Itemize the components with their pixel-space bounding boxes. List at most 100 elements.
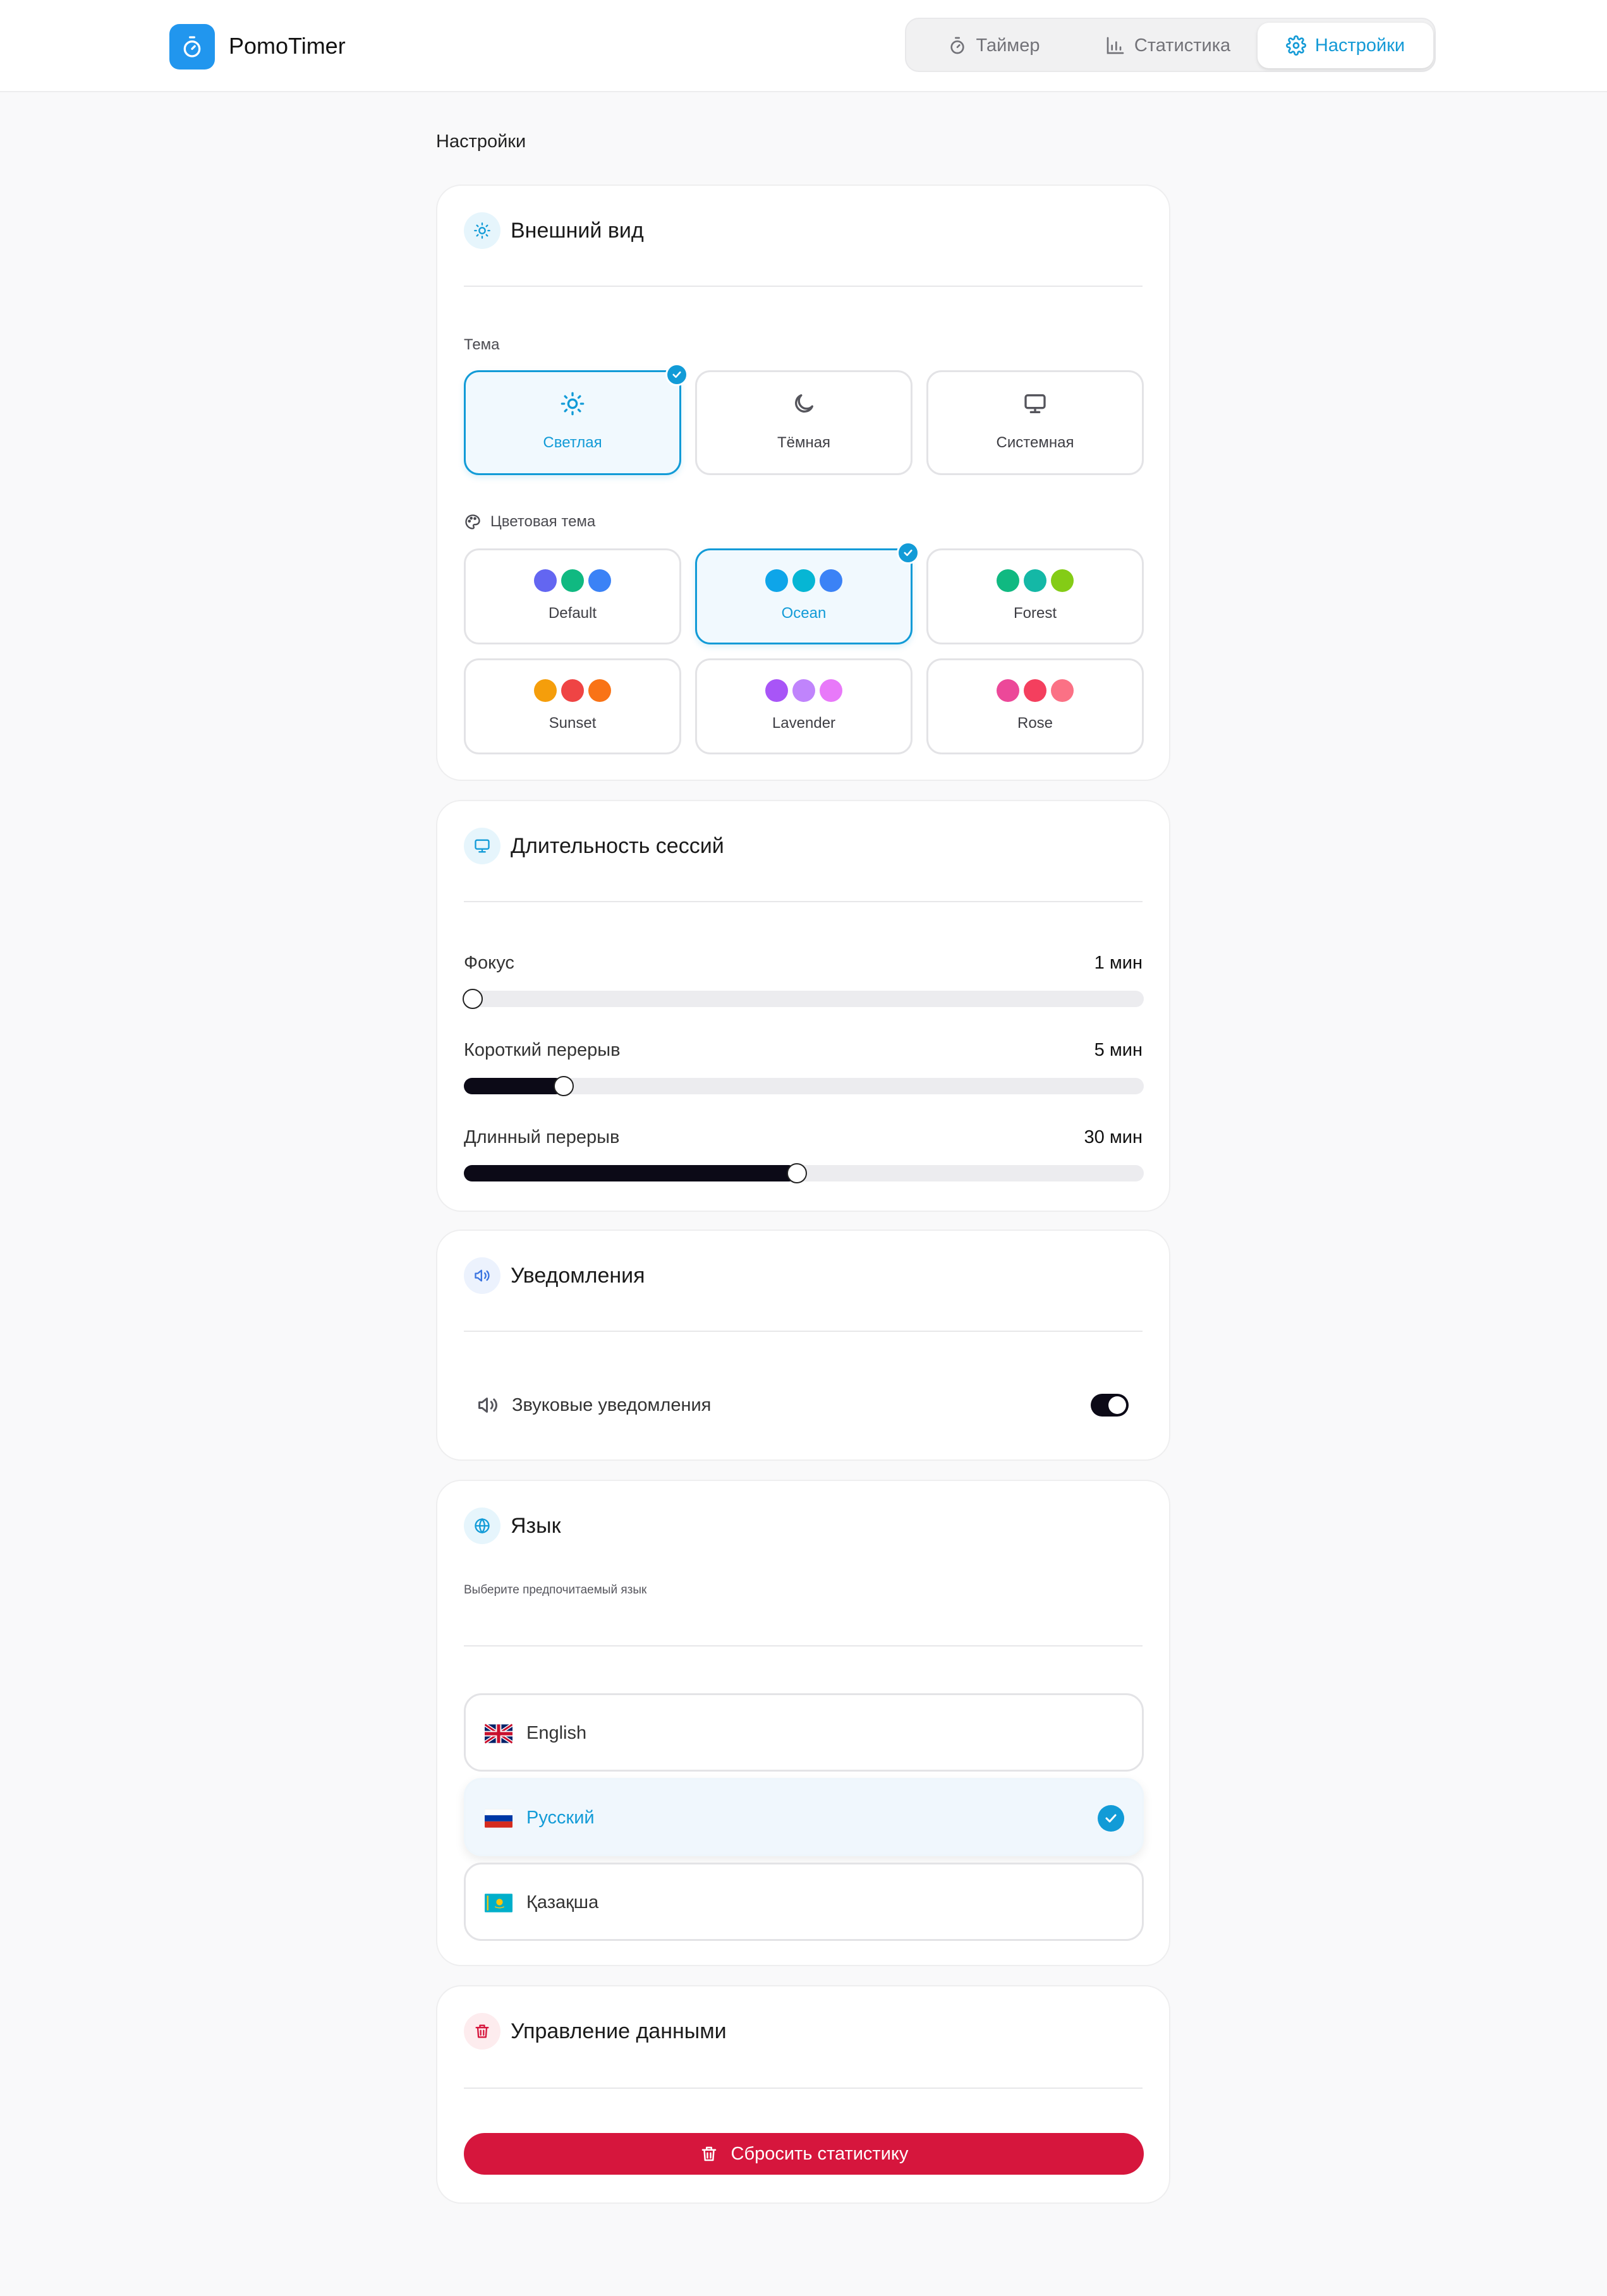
divider (464, 1331, 1143, 1332)
notifications-icon-badge (464, 1257, 500, 1294)
appearance-header: Внешний вид (464, 212, 644, 249)
color-theme-label: Цветовая тема (490, 513, 596, 530)
kazakhstan-flag-icon (485, 1894, 512, 1912)
color-swatch (534, 679, 557, 702)
sound-notifications-toggle[interactable] (1091, 1394, 1129, 1417)
reset-statistics-label: Сбросить статистику (731, 2143, 909, 2164)
theme-option-label: Системная (996, 434, 1074, 451)
long-break-slider[interactable] (464, 1163, 1144, 1183)
app-logo (169, 24, 215, 69)
sessions-icon-badge (464, 828, 500, 864)
focus-label: Фокус (464, 953, 514, 973)
divider (464, 286, 1143, 287)
theme-option-system[interactable]: Системная (926, 370, 1144, 475)
color-theme-option-forest[interactable]: Forest (926, 548, 1144, 644)
theme-label: Тема (464, 336, 500, 353)
color-theme-label: Rose (1017, 715, 1053, 732)
color-theme-option-ocean[interactable]: Ocean (695, 541, 919, 644)
nav-timer[interactable]: Таймер (910, 23, 1077, 68)
color-swatch (561, 569, 584, 592)
color-swatches (928, 569, 1142, 592)
sessions-title: Длительность сессий (511, 833, 724, 858)
color-theme-label: Forest (1013, 605, 1057, 622)
color-swatch (588, 569, 611, 592)
color-theme-option-sunset[interactable]: Sunset (464, 658, 681, 754)
theme-option-dark[interactable]: Тёмная (695, 370, 913, 475)
selected-check-icon (897, 541, 919, 564)
language-option-kazakh[interactable]: Қазақша (464, 1863, 1144, 1941)
color-swatches (697, 569, 911, 592)
uk-flag-icon (485, 1724, 512, 1744)
color-swatch (997, 569, 1019, 592)
color-theme-label: Sunset (549, 715, 597, 732)
slider-thumb[interactable] (787, 1163, 807, 1183)
russia-flag-icon (485, 1809, 512, 1828)
divider (464, 2088, 1143, 2089)
color-theme-option-default[interactable]: Default (464, 548, 681, 644)
slider-thumb[interactable] (463, 989, 483, 1009)
palette-icon (465, 514, 480, 529)
language-name: English (526, 1723, 587, 1743)
app-title: PomoTimer (229, 33, 346, 59)
color-swatches (466, 569, 679, 592)
trash-icon (701, 2146, 716, 2161)
notifications-title: Уведомления (511, 1263, 645, 1288)
short-break-slider[interactable] (464, 1076, 1144, 1096)
focus-slider[interactable] (463, 989, 1144, 1009)
color-swatch (1024, 569, 1046, 592)
color-theme-option-lavender[interactable]: Lavender (695, 658, 913, 754)
data-header: Управление данными (464, 2013, 727, 2050)
long-break-value: 30 мин (1084, 1127, 1143, 1147)
sessions-header: Длительность сессий (464, 828, 724, 864)
language-title: Язык (511, 1513, 561, 1538)
theme-option-label: Светлая (543, 434, 602, 451)
nav-stats[interactable]: Статистика (1084, 23, 1251, 68)
appearance-title: Внешний вид (511, 218, 644, 243)
color-swatch (765, 569, 788, 592)
color-theme-option-rose[interactable]: Rose (926, 658, 1144, 754)
color-swatch (534, 569, 557, 592)
language-option-russian[interactable]: Русский (464, 1778, 1144, 1856)
theme-option-light[interactable]: Светлая (464, 363, 688, 475)
color-swatch (820, 679, 842, 702)
color-theme-label: Default (548, 605, 597, 622)
slider-fill (464, 1165, 797, 1181)
language-subtitle: Выберите предпочитаемый язык (464, 1583, 647, 1597)
color-swatches (697, 679, 911, 702)
monitor-icon (1024, 394, 1046, 413)
reset-statistics-button[interactable]: Сбросить статистику (464, 2133, 1144, 2175)
nav-settings[interactable]: Настройки (1258, 23, 1433, 68)
slider-thumb[interactable] (554, 1076, 574, 1096)
notifications-header: Уведомления (464, 1257, 645, 1294)
stopwatch-icon (950, 37, 964, 54)
appearance-icon-badge (464, 212, 500, 249)
slider-fill (464, 1078, 564, 1094)
bar-chart-icon (1107, 37, 1124, 54)
theme-option-label: Тёмная (777, 434, 831, 451)
sessions-card: Длительность сессий Фокус 1 мин Короткий… (436, 800, 1170, 1212)
page-title: Настройки (436, 131, 526, 152)
language-option-english[interactable]: English (464, 1693, 1144, 1772)
color-swatches (928, 679, 1142, 702)
color-swatch (997, 679, 1019, 702)
color-theme-heading: Цветовая тема (464, 513, 595, 531)
sound-notifications-label: Звуковые уведомления (512, 1394, 712, 1415)
color-swatch (1024, 679, 1046, 702)
short-break-label: Короткий перерыв (464, 1040, 621, 1060)
speaker-icon (478, 1398, 497, 1413)
sun-icon (474, 222, 490, 239)
globe-icon (475, 1518, 490, 1534)
selected-check-icon (1098, 1805, 1124, 1832)
appearance-card: Внешний вид Тема Светлая Тёмная Системна… (436, 184, 1170, 781)
nav-stats-label: Статистика (1134, 35, 1231, 56)
language-card: Язык Выберите предпочитаемый язык Englis… (436, 1480, 1170, 1966)
selected-check-icon (665, 363, 688, 386)
speaker-icon (475, 1269, 490, 1282)
divider (464, 1645, 1143, 1646)
monitor-icon (475, 839, 490, 853)
nav-timer-label: Таймер (976, 35, 1040, 56)
color-swatch (1051, 569, 1074, 592)
data-title: Управление данными (511, 2019, 727, 2043)
language-icon-badge (464, 1508, 500, 1544)
color-theme-label: Ocean (781, 605, 827, 622)
